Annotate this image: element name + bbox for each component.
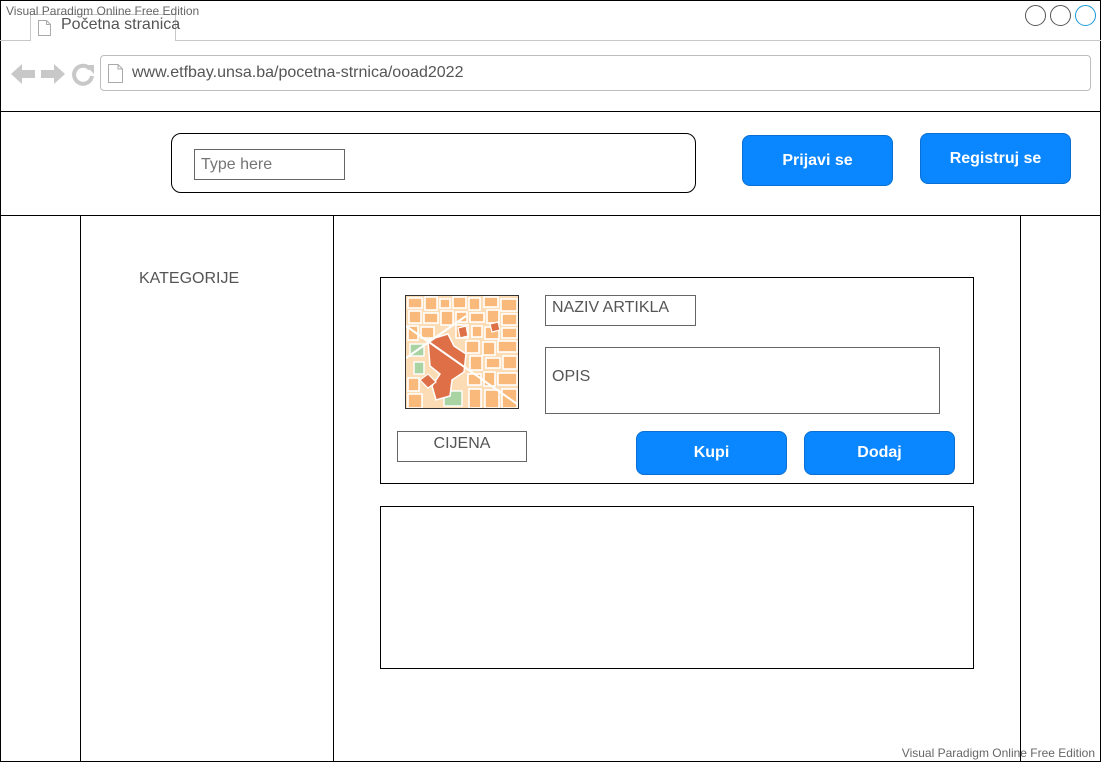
- page-icon: [38, 20, 51, 36]
- watermark-top: Visual Paradigm Online Free Edition: [6, 4, 200, 18]
- window-button-1[interactable]: [1025, 5, 1046, 26]
- categories-label: KATEGORIJE: [139, 270, 240, 287]
- header-divider-bottom: [0, 215, 1101, 216]
- content-right-border: [1020, 216, 1021, 761]
- tab-title: Početna stranica: [61, 16, 181, 33]
- watermark-bottom: Visual Paradigm Online Free Edition: [901, 746, 1095, 760]
- forward-arrow-icon[interactable]: [40, 62, 66, 86]
- register-button[interactable]: Registruj se: [920, 133, 1071, 184]
- header-divider-top: [0, 111, 1101, 112]
- reload-icon[interactable]: [71, 62, 95, 86]
- window-button-2[interactable]: [1050, 5, 1071, 26]
- browser-tab[interactable]: Početna stranica: [30, 14, 180, 41]
- sidebar-left-border: [80, 216, 81, 761]
- search-input[interactable]: [194, 149, 345, 180]
- sidebar-right-border: [333, 216, 334, 761]
- page-icon: [108, 64, 123, 83]
- login-button[interactable]: Prijavi se: [742, 135, 893, 186]
- map-image: [406, 296, 518, 408]
- window-button-3[interactable]: [1075, 5, 1096, 26]
- buy-button[interactable]: Kupi: [636, 431, 787, 475]
- map-thumbnail-icon[interactable]: [405, 295, 519, 409]
- address-bar[interactable]: www.etfbay.unsa.ba/pocetna-strnica/ooad2…: [100, 55, 1091, 91]
- url-text: www.etfbay.unsa.ba/pocetna-strnica/ooad2…: [132, 64, 464, 81]
- add-button[interactable]: Dodaj: [804, 431, 955, 475]
- product-card-empty: [380, 506, 974, 669]
- product-description-field: OPIS: [545, 347, 940, 414]
- back-arrow-icon[interactable]: [10, 62, 36, 86]
- product-price-field: CIJENA: [397, 431, 527, 462]
- product-name-field: NAZIV ARTIKLA: [545, 295, 696, 326]
